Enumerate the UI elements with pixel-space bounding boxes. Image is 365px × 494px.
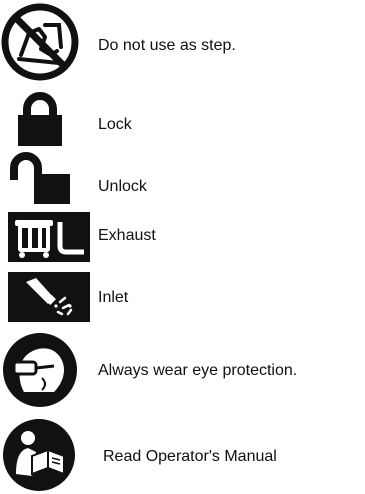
legend-label-lock: Lock bbox=[98, 116, 132, 133]
inlet-icon bbox=[8, 272, 90, 322]
legend-label-read-manual: Read Operator's Manual bbox=[103, 448, 277, 465]
legend-label-eye-protection: Always wear eye protection. bbox=[98, 362, 298, 379]
legend-label-unlock: Unlock bbox=[98, 178, 147, 195]
unlock-icon bbox=[6, 152, 76, 206]
no-step-icon bbox=[1, 3, 79, 81]
legend-item-exhaust: Exhaust bbox=[0, 210, 365, 266]
legend-item-read-manual: Read Operator's Manual bbox=[0, 414, 365, 494]
legend-label-inlet: Inlet bbox=[98, 289, 129, 306]
legend-item-inlet: Inlet bbox=[0, 268, 365, 326]
exhaust-icon bbox=[8, 212, 90, 262]
legend-item-no-step: Do not use as step. bbox=[0, 0, 365, 82]
eye-protection-icon bbox=[2, 332, 78, 408]
legend-label-exhaust: Exhaust bbox=[98, 227, 156, 244]
legend-item-eye-protection: Always wear eye protection. bbox=[0, 330, 365, 410]
read-manual-icon bbox=[2, 418, 76, 492]
lock-icon bbox=[13, 91, 67, 147]
legend-label-no-step: Do not use as step. bbox=[98, 37, 236, 54]
legend-item-lock: Lock bbox=[0, 85, 365, 147]
legend-item-unlock: Unlock bbox=[0, 150, 365, 208]
